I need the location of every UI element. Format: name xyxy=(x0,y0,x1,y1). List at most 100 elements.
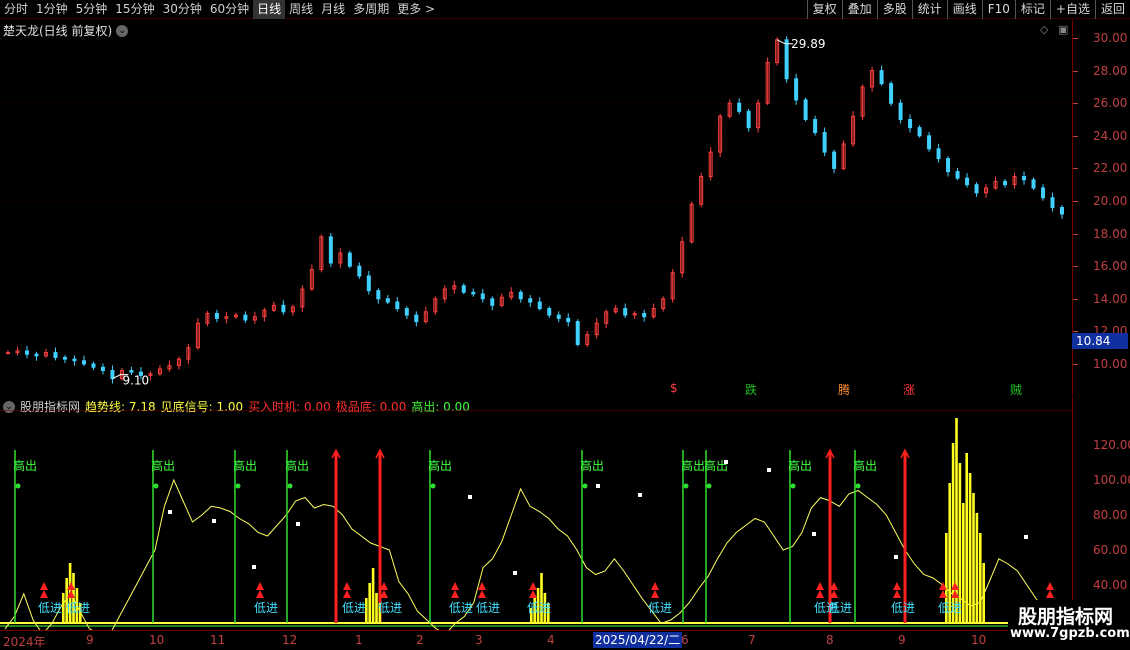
watermark: 股朋指标网 www.7gpzb.com xyxy=(1008,600,1130,650)
candlestick-chart: 29.89 9.10 xyxy=(0,36,1072,388)
toolbar-button[interactable]: F10 xyxy=(981,0,1015,19)
period-tab[interactable]: 日线 xyxy=(253,0,286,19)
price-axis-tick xyxy=(1073,168,1078,170)
panel-controls: ◇ ▣ xyxy=(1040,23,1068,36)
price-axis-tick xyxy=(1073,201,1078,202)
candle-body xyxy=(129,370,134,373)
candle-body xyxy=(955,171,960,179)
histogram-bar xyxy=(979,533,982,623)
histogram-bar xyxy=(975,513,979,623)
candle-body xyxy=(908,119,913,129)
candle-body xyxy=(832,151,837,169)
candle-body xyxy=(746,110,751,129)
candle-body xyxy=(1003,180,1008,186)
period-tab[interactable]: 1分钟 xyxy=(32,0,72,19)
period-tab[interactable]: 15分钟 xyxy=(111,0,158,19)
period-tab[interactable]: 更多 > xyxy=(393,0,439,19)
up-arrow-icon xyxy=(451,590,459,598)
trend-dot xyxy=(767,468,771,472)
up-arrow-icon xyxy=(1046,590,1054,598)
period-tab[interactable]: 5分钟 xyxy=(72,0,112,19)
gaochu-dot xyxy=(855,483,861,489)
price-axis-label: 22.00 xyxy=(1093,161,1128,176)
histogram-bar xyxy=(965,453,968,623)
diamond-icon[interactable]: ◇ xyxy=(1040,23,1048,36)
price-axis-tick xyxy=(1073,233,1078,235)
chevron-down-icon[interactable]: ⌄ xyxy=(116,24,129,37)
signal-label: $ xyxy=(670,381,678,395)
indicator-axis-label: 80.00 xyxy=(1093,508,1128,522)
candle-body xyxy=(1060,207,1064,215)
low-label: 9.10 xyxy=(122,374,149,388)
histogram-bar xyxy=(962,503,965,623)
gaochu-dot xyxy=(683,483,689,489)
histogram-bar xyxy=(968,473,972,623)
histogram-bar xyxy=(982,563,985,623)
period-tab[interactable]: 月线 xyxy=(317,0,349,19)
price-axis-label: 30.00 xyxy=(1093,31,1128,45)
histogram-bar xyxy=(371,568,375,623)
toolbar-button[interactable]: 标记 xyxy=(1014,0,1050,19)
candle-body xyxy=(528,298,533,303)
period-tab[interactable]: 30分钟 xyxy=(159,0,206,19)
trend-dot xyxy=(812,532,816,536)
toolbar-button[interactable]: 画线 xyxy=(946,0,982,19)
price-axis-tick xyxy=(1073,298,1078,300)
trend-dot xyxy=(252,565,256,569)
watermark-title: 股朋指标网 xyxy=(1018,606,1114,628)
gaochu-label: 高出 xyxy=(681,458,705,473)
toolbar-button[interactable]: 复权 xyxy=(806,0,842,19)
signal-label: 腾 xyxy=(838,383,851,397)
signal-label: 贼 xyxy=(1010,383,1023,397)
candle-body xyxy=(803,99,808,121)
up-arrow-icon xyxy=(893,590,901,598)
histogram-bar xyxy=(958,463,962,623)
price-axis-label: 16.00 xyxy=(1093,259,1128,274)
candle-body xyxy=(81,360,86,365)
time-axis-label: 2 xyxy=(416,633,424,647)
up-arrow-icon xyxy=(816,590,824,598)
stock-title[interactable]: 楚天龙(日线 前复权) ⌄ xyxy=(3,22,129,39)
toolbar-button[interactable]: 多股 xyxy=(876,0,912,19)
up-arrow-icon xyxy=(343,582,351,590)
time-axis-label: 9 xyxy=(898,633,906,647)
toolbar-button[interactable]: 统计 xyxy=(911,0,947,19)
up-arrow-icon xyxy=(343,590,351,598)
candle-body xyxy=(1031,179,1036,189)
toolbar-button[interactable]: 叠加 xyxy=(841,0,877,19)
indicator-chart: 高出 高出 高出 高出 高出 高出 高出高出 高出 高出低进 低进 低进 低进 低进 低进 低进 低进 低进 低进… xyxy=(0,410,1072,630)
candle-body xyxy=(623,308,628,316)
candle-body xyxy=(72,358,77,362)
candle-body xyxy=(822,132,827,153)
candle-body xyxy=(1022,176,1027,181)
gaochu-label: 高出 xyxy=(853,458,877,473)
up-arrow-icon xyxy=(1046,582,1054,590)
candle-body xyxy=(547,308,552,316)
toolbar-button[interactable]: +自选 xyxy=(1049,0,1095,19)
tool-buttons: 复权 叠加 多股 统计 画线 F10 标记 +自选 返回 xyxy=(806,0,1130,19)
trend-dot xyxy=(168,510,172,514)
gaochu-label: 高出 xyxy=(233,458,257,473)
gaochu-label: 高出 xyxy=(788,458,812,473)
period-tab[interactable]: 周线 xyxy=(285,0,317,19)
toolbar-button[interactable]: 返回 xyxy=(1094,0,1130,19)
time-axis-label: 8 xyxy=(826,633,834,647)
up-arrow-icon xyxy=(529,590,537,598)
period-tab[interactable]: 多周期 xyxy=(349,0,393,19)
indicator-axis-label: 40.00 xyxy=(1093,578,1128,592)
up-arrow-icon xyxy=(651,590,659,598)
up-arrow-icon xyxy=(40,590,48,598)
gaochu-label: 高出 xyxy=(285,458,309,473)
stock-title-text: 楚天龙(日线 前复权) xyxy=(3,24,113,38)
time-cursor: 2025/04/22/二 xyxy=(593,632,683,648)
period-tab[interactable]: 分时 xyxy=(0,0,32,19)
candle-body xyxy=(794,78,799,101)
indicator-axis-label: 100.00 xyxy=(1093,473,1130,487)
candle-body xyxy=(110,370,115,380)
gaochu-label: 高出 xyxy=(13,458,37,473)
buy-signal-bar xyxy=(334,452,338,623)
time-axis-label: 2024年 xyxy=(3,635,46,649)
gaochu-dot xyxy=(790,483,796,489)
period-tab[interactable]: 60分钟 xyxy=(206,0,253,19)
square-icon[interactable]: ▣ xyxy=(1058,23,1068,36)
